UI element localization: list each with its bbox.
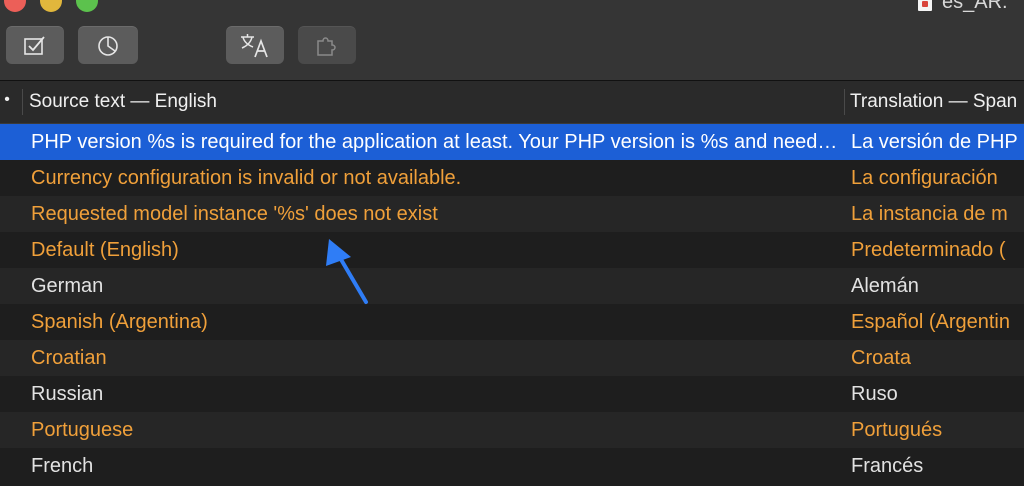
source-text-cell: Currency configuration is invalid or not… <box>31 167 462 189</box>
source-text-cell: Requested model instance '%s' does not e… <box>31 203 438 225</box>
table-row[interactable]: French Francés <box>0 448 1024 484</box>
window-title-text: es_AR. <box>942 0 1008 13</box>
strings-table: PHP version %s is required for the appli… <box>0 124 1024 484</box>
translation-cell: Predeterminado ( <box>851 239 1006 261</box>
statistics-button[interactable] <box>78 26 138 64</box>
source-text-cell: Russian <box>31 383 104 405</box>
flag-column-header[interactable]: • <box>3 91 11 109</box>
translation-column-header[interactable]: Translation — Span <box>850 91 1017 113</box>
source-text-cell: German <box>31 275 104 297</box>
translation-cell: Croata <box>851 347 912 369</box>
title-bar: es_AR. <box>0 0 1024 81</box>
translation-cell: Ruso <box>851 383 898 405</box>
pretranslate-button[interactable] <box>226 26 284 64</box>
table-header: • Source text — English Translation — Sp… <box>0 81 1024 124</box>
zoom-window-button[interactable] <box>76 0 98 12</box>
window-title: es_AR. <box>918 0 1008 13</box>
table-row[interactable]: PHP version %s is required for the appli… <box>0 124 1024 160</box>
pie-chart-icon <box>98 35 118 56</box>
translate-icon <box>241 33 268 57</box>
column-divider[interactable] <box>844 89 845 115</box>
validate-button[interactable] <box>6 26 64 64</box>
table-row[interactable]: Currency configuration is invalid or not… <box>0 160 1024 196</box>
translation-cell: Alemán <box>851 275 919 297</box>
puzzle-icon <box>317 36 336 56</box>
source-text-cell: French <box>31 455 94 477</box>
translation-cell: La instancia de m <box>851 203 1008 225</box>
translation-cell: Portugués <box>851 419 943 441</box>
merge-button[interactable] <box>298 26 356 64</box>
translation-cell: Francés <box>851 455 924 477</box>
table-row[interactable]: German Alemán <box>0 268 1024 304</box>
source-column-header[interactable]: Source text — English <box>29 91 217 113</box>
translation-cell: La versión de PHP <box>851 131 1018 153</box>
column-divider[interactable] <box>22 89 23 115</box>
checkmark-box-icon <box>24 35 45 55</box>
document-icon <box>918 0 932 11</box>
source-text-cell: Croatian <box>31 347 107 369</box>
source-text-cell: Portuguese <box>31 419 134 441</box>
table-row[interactable]: Russian Ruso <box>0 376 1024 412</box>
source-text-cell: Default (English) <box>31 239 179 261</box>
minimize-window-button[interactable] <box>40 0 62 12</box>
source-text-cell: Spanish (Argentina) <box>31 311 208 333</box>
table-row[interactable]: Requested model instance '%s' does not e… <box>0 196 1024 232</box>
translation-cell: Español (Argentin <box>851 311 1010 333</box>
source-text-cell: PHP version %s is required for the appli… <box>31 131 841 153</box>
table-row[interactable]: Portuguese Portugués <box>0 412 1024 448</box>
translation-cell: La configuración <box>851 167 998 189</box>
table-row[interactable]: Croatian Croata <box>0 340 1024 376</box>
close-window-button[interactable] <box>4 0 26 12</box>
table-row[interactable]: Default (English) Predeterminado ( <box>0 232 1024 268</box>
table-row[interactable]: Spanish (Argentina) Español (Argentin <box>0 304 1024 340</box>
